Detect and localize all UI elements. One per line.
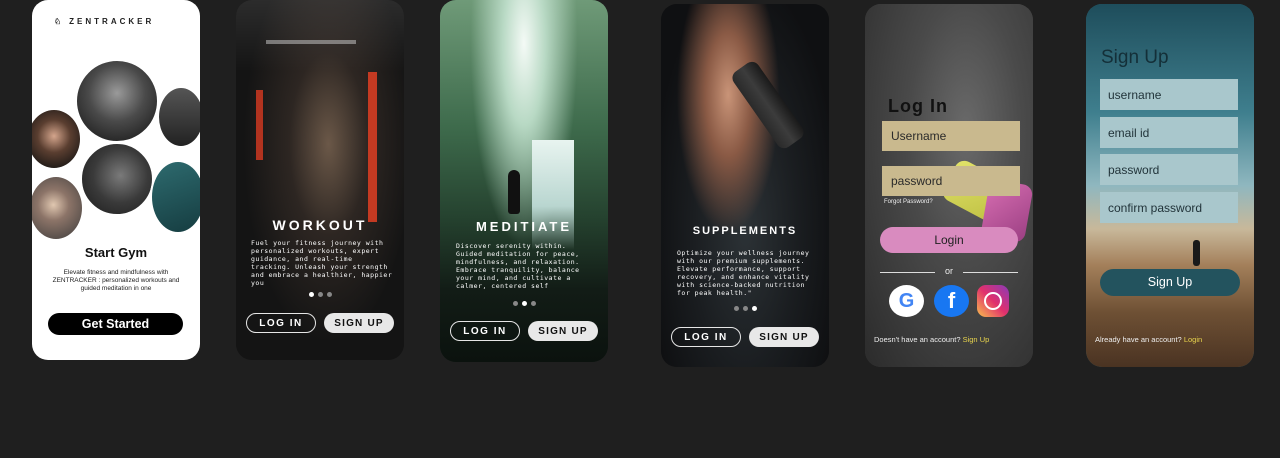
collage-photo-dumbbell [150, 160, 200, 234]
body-text: Discover serenity within. Guided meditat… [456, 242, 580, 290]
page-indicator [661, 298, 829, 316]
page-indicator [440, 293, 608, 311]
runner-silhouette [1193, 240, 1200, 266]
dot [512, 301, 518, 306]
have-account-text: Already have an account? [1095, 335, 1182, 344]
no-account-text: Doesn't have an account? [874, 335, 961, 344]
signup-prompt: Doesn't have an account? Sign Up [874, 335, 989, 344]
dot-active [308, 292, 314, 297]
screen-supplements: SUPPLEMENTS Optimize your wellness journ… [661, 4, 829, 367]
password-field[interactable]: password [882, 166, 1020, 196]
instagram-login-button[interactable] [977, 285, 1009, 317]
collage-photo-back [75, 59, 159, 143]
brand-logo: ♘ ZENTRACKER [54, 17, 154, 26]
login-link[interactable]: Login [1184, 335, 1202, 344]
login-button[interactable]: LOG IN [246, 313, 316, 333]
person-silhouette [508, 170, 520, 214]
screen-signup: Sign Up username email id password confi… [1086, 4, 1254, 367]
description: Elevate fitness and mindfulness with ZEN… [52, 269, 180, 292]
body-text: Fuel your fitness journey with personali… [251, 239, 393, 287]
instagram-icon [984, 292, 1002, 310]
dot [326, 292, 332, 297]
signup-button[interactable]: SIGN UP [528, 321, 598, 341]
dot [733, 306, 739, 311]
page-title: Log In [888, 96, 948, 116]
dot [530, 301, 536, 306]
dot-active [751, 306, 757, 311]
collage-photo-trainer [32, 175, 84, 241]
divider-right [963, 272, 1018, 273]
login-button[interactable]: Login [880, 227, 1018, 253]
heading: SUPPLEMENTS [692, 225, 798, 237]
page-title: Sign Up [1101, 47, 1169, 68]
page-title: Start Gym [84, 245, 148, 260]
or-label: or [944, 266, 953, 276]
screen-meditate: MEDITIATE Discover serenity within. Guid… [440, 0, 608, 362]
login-button[interactable]: LOG IN [450, 321, 520, 341]
collage-photo-runner [32, 108, 82, 170]
screen-login: Log In Username password Forgot Password… [865, 4, 1033, 367]
page-indicator [236, 284, 404, 302]
collage-photo-gym [157, 86, 200, 148]
password-field[interactable]: password [1100, 154, 1238, 185]
signup-link[interactable]: Sign Up [963, 335, 990, 344]
email-field[interactable]: email id [1100, 117, 1238, 148]
ceiling-light [266, 40, 356, 44]
confirm-password-field[interactable]: confirm password [1100, 192, 1238, 223]
get-started-button[interactable]: Get Started [48, 313, 183, 335]
screen-workout: WORKOUT Fuel your fitness journey with p… [236, 0, 404, 360]
signup-button[interactable]: SIGN UP [749, 327, 819, 347]
gym-pillar-left [256, 90, 263, 160]
dot [742, 306, 748, 311]
forgot-password-link[interactable]: Forgot Password? [884, 199, 933, 205]
username-field[interactable]: Username [882, 121, 1020, 151]
login-prompt: Already have an account? Login [1095, 335, 1202, 344]
username-field[interactable]: username [1100, 79, 1238, 110]
facebook-login-button[interactable]: f [934, 285, 969, 317]
signup-button[interactable]: Sign Up [1100, 269, 1240, 296]
signup-button[interactable]: SIGN UP [324, 313, 394, 333]
heading: WORKOUT [272, 217, 368, 233]
dot [317, 292, 323, 297]
dot-active [521, 301, 527, 306]
body-text: Optimize your wellness journey with our … [677, 249, 810, 297]
logo-icon: ♘ [54, 17, 65, 26]
google-icon: G [898, 289, 915, 312]
google-login-button[interactable]: G [889, 285, 924, 317]
facebook-icon: f [947, 288, 956, 313]
heading: MEDITIATE [475, 219, 573, 234]
collage-photo-woman [80, 142, 154, 216]
workout-photo [236, 0, 404, 360]
brand-name: ZENTRACKER [69, 17, 155, 26]
login-button[interactable]: LOG IN [671, 327, 741, 347]
divider-left [880, 272, 935, 273]
screen-start-gym: ♘ ZENTRACKER Start Gym Elevate fitness a… [32, 0, 200, 360]
gym-pillar-right [368, 72, 377, 222]
